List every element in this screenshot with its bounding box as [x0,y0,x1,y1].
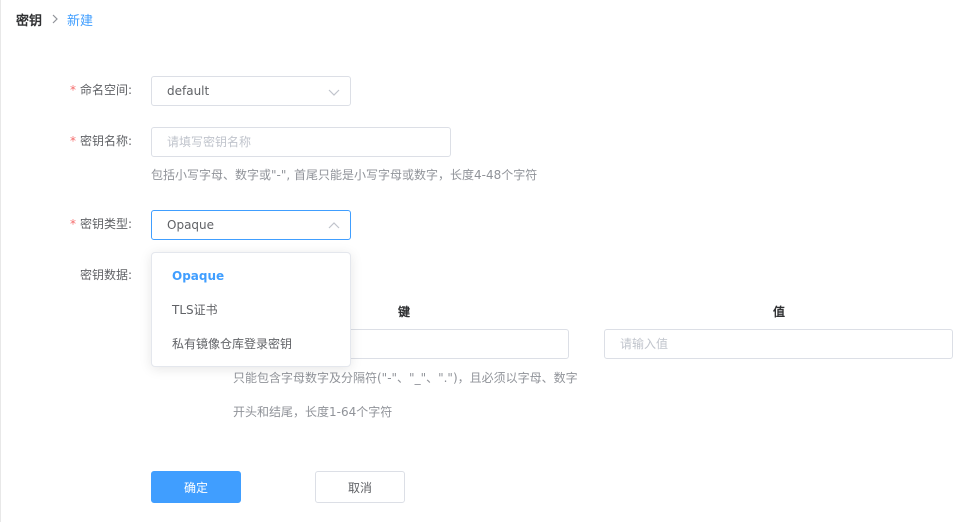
namespace-label: * 命名空间: [69,83,132,97]
key-hint-line1: 只能包含字母数字及分隔符("-"、"_"、".")，且必须以字母、数字 [233,371,578,385]
dropdown-option-registry[interactable]: 私有镜像仓库登录密钥 [152,327,350,361]
required-asterisk: * [69,134,76,148]
chevron-up-icon [328,220,340,232]
confirm-button[interactable]: 确定 [151,471,241,503]
page-left-border [0,0,1,522]
dropdown-option-tls[interactable]: TLS证书 [152,293,350,327]
key-column-header: 键 [398,305,411,319]
secret-name-input[interactable] [151,127,451,157]
required-asterisk: * [69,83,76,97]
value-input[interactable] [604,329,953,359]
namespace-select-value: default [167,84,210,98]
secret-type-select[interactable]: Opaque [151,210,351,240]
breadcrumb-current: 新建 [67,13,94,29]
chevron-right-icon [51,14,59,24]
secret-name-hint: 包括小写字母、数字或"-", 首尾只能是小写字母或数字，长度4-48个字符 [151,168,538,182]
chevron-down-icon [328,86,340,98]
key-hint-line2: 开头和结尾，长度1-64个字符 [233,405,393,419]
namespace-select[interactable]: default [151,76,351,106]
breadcrumb: 密钥 新建 [16,10,94,29]
required-asterisk: * [69,217,76,231]
value-column-header: 值 [773,305,786,319]
secret-type-select-value: Opaque [167,218,215,232]
secret-name-label: * 密钥名称: [69,134,132,148]
secret-type-label: * 密钥类型: [69,217,132,231]
breadcrumb-root[interactable]: 密钥 [16,10,42,29]
dropdown-option-opaque[interactable]: Opaque [152,259,350,293]
secret-type-dropdown: Opaque TLS证书 私有镜像仓库登录密钥 [151,252,351,367]
cancel-button[interactable]: 取消 [315,471,405,503]
secret-data-label: 密钥数据: [79,268,132,282]
